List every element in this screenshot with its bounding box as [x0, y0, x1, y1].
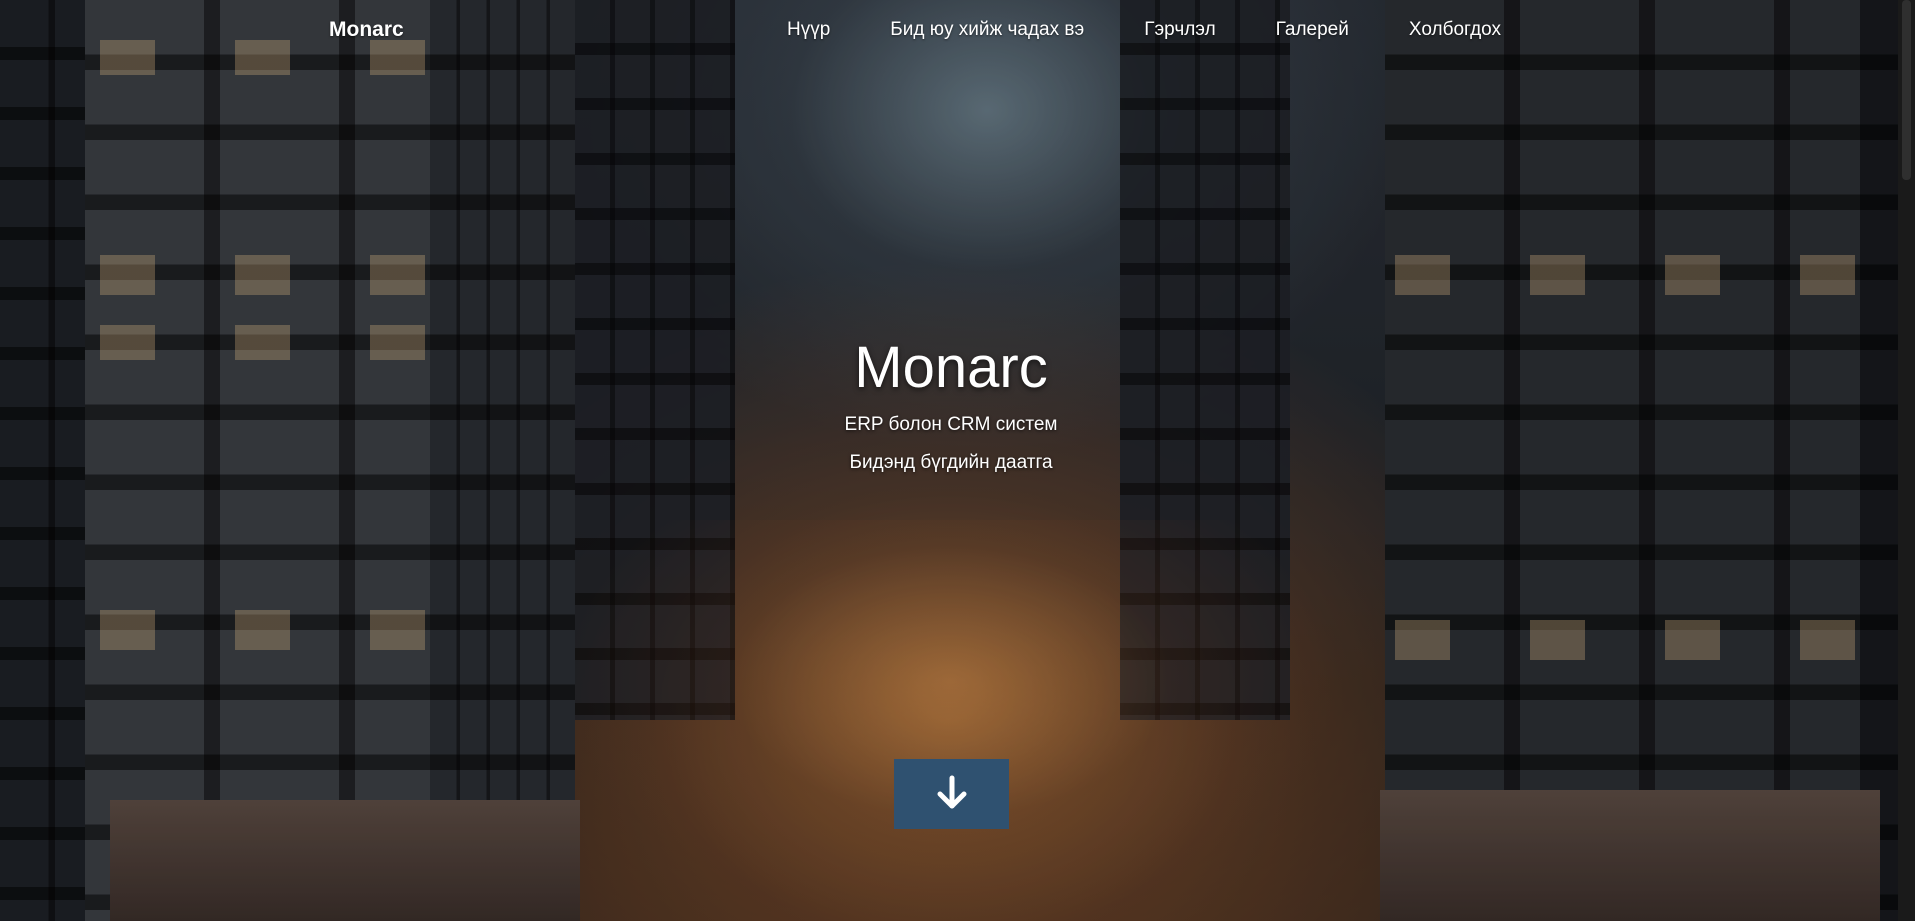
hero-title: Monarc [854, 335, 1048, 400]
brand-logo-link[interactable]: Monarc [329, 18, 404, 42]
nav-links: Нүүр Бид юу хийж чадах вэ Гэрчлэл Галере… [787, 19, 1501, 41]
scrollbar-thumb[interactable] [1902, 0, 1911, 180]
navbar: Monarc Нүүр Бид юу хийж чадах вэ Гэрчлэл… [0, 0, 1898, 62]
hero-tagline: Бидэнд бүгдийн даатга [849, 452, 1053, 473]
nav-link-gallery[interactable]: Галерей [1276, 19, 1349, 41]
nav-link-home[interactable]: Нүүр [787, 19, 830, 41]
hero-content: Monarc ERP болон CRM систем Бидэнд бүгди… [0, 330, 1898, 482]
nav-link-contact[interactable]: Холбогдох [1409, 19, 1501, 41]
page-scrollbar[interactable] [1898, 0, 1915, 921]
nav-link-services[interactable]: Бид юу хийж чадах вэ [890, 19, 1084, 41]
hero-section: Monarc Нүүр Бид юу хийж чадах вэ Гэрчлэл… [0, 0, 1898, 921]
nav-link-testimonials[interactable]: Гэрчлэл [1144, 19, 1215, 41]
scroll-down-button[interactable] [894, 759, 1009, 829]
hero-subtitle: ERP болон CRM систем [844, 414, 1058, 435]
arrow-down-icon [932, 773, 972, 816]
